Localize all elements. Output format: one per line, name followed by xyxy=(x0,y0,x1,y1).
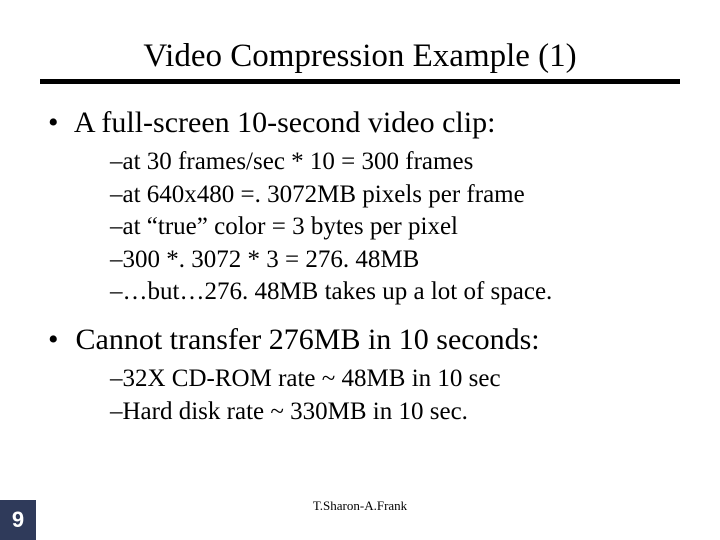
page-number: 9 xyxy=(12,507,24,533)
sub-bullet: Hard disk rate ~ 330MB in 10 sec. xyxy=(110,396,664,429)
title-wrap: Video Compression Example (1) xyxy=(0,0,720,75)
sub-bullet: 32X CD-ROM rate ~ 48MB in 10 sec xyxy=(110,363,664,396)
page-number-badge: 9 xyxy=(0,500,36,540)
sub-bullet: at 640x480 =. 3072MB pixels per frame xyxy=(110,179,664,212)
bullet-item: Cannot transfer 276MB in 10 seconds: xyxy=(72,321,664,359)
slide-title: Video Compression Example (1) xyxy=(143,38,576,75)
sub-bullet: 300 *. 3072 * 3 = 276. 48MB xyxy=(110,244,664,277)
bullet-text: A full-screen 10-second video clip: xyxy=(74,106,496,139)
bullet-item: A full-screen 10-second video clip: xyxy=(72,104,664,142)
sub-bullet: at “true” color = 3 bytes per pixel xyxy=(110,211,664,244)
sub-bullet-block: at 30 frames/sec * 10 = 300 frames at 64… xyxy=(110,146,664,309)
sub-bullet: …but…276. 48MB takes up a lot of space. xyxy=(110,276,664,309)
sub-bullet: at 30 frames/sec * 10 = 300 frames xyxy=(110,146,664,179)
bullet-text: Cannot transfer 276MB in 10 seconds: xyxy=(76,323,540,356)
slide: Video Compression Example (1) A full-scr… xyxy=(0,0,720,540)
footer-author: T.Sharon-A.Frank xyxy=(0,498,720,514)
slide-body: A full-screen 10-second video clip: at 3… xyxy=(0,82,720,428)
sub-bullet-block: 32X CD-ROM rate ~ 48MB in 10 sec Hard di… xyxy=(110,363,664,428)
